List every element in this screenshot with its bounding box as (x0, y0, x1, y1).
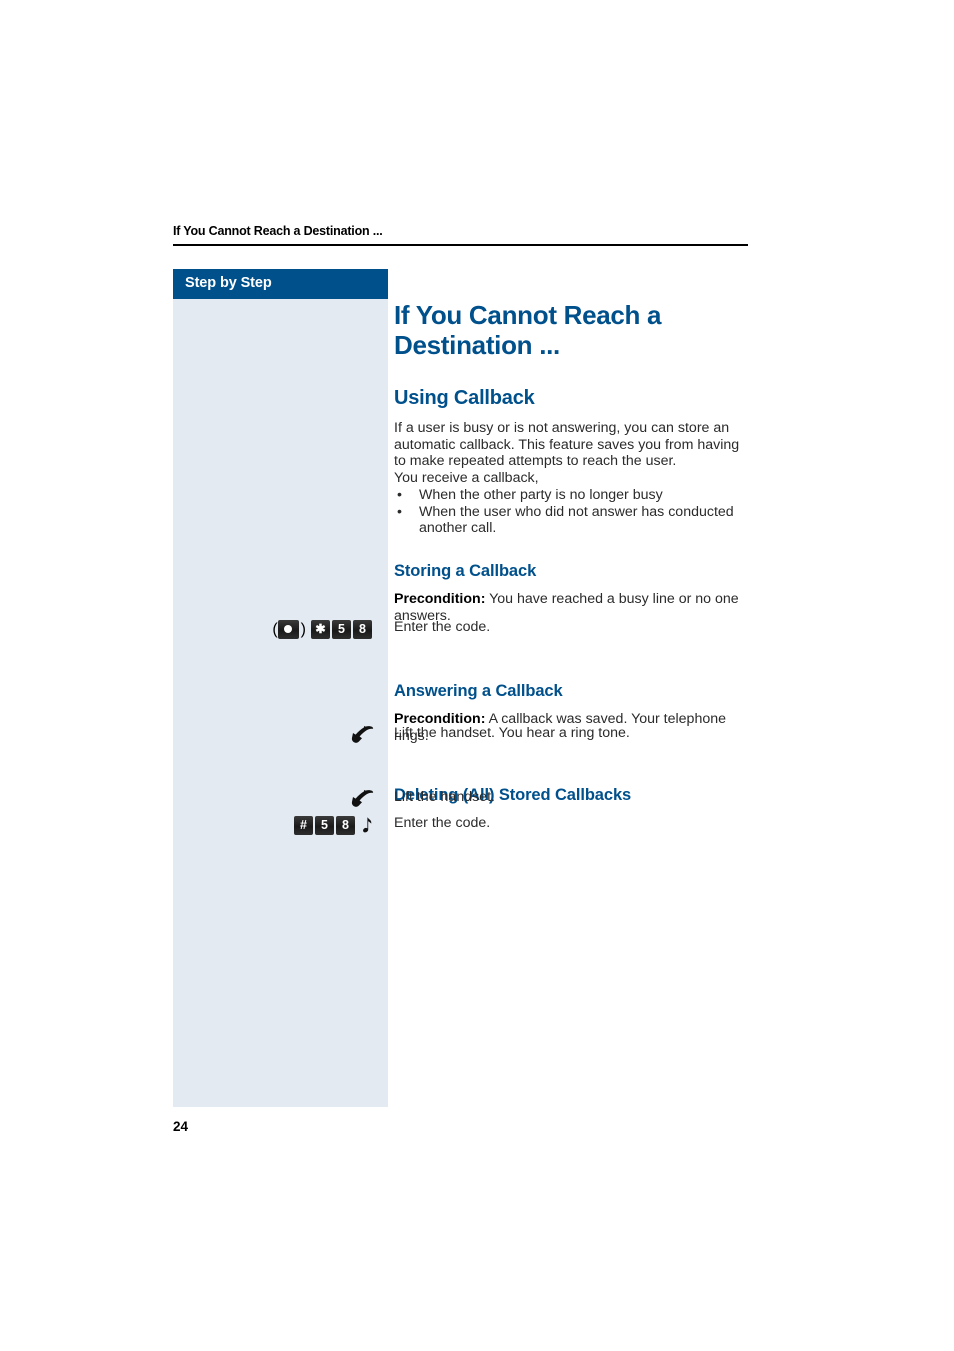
header-rule (173, 244, 748, 246)
list-item-label: When the user who did not answer has con… (419, 503, 734, 537)
step-by-step-banner: Step by Step (173, 269, 388, 299)
running-header: If You Cannot Reach a Destination ... (173, 224, 383, 238)
step-row-deleting-lift-handset: Lift the handset. (173, 788, 749, 810)
music-note-icon (360, 816, 374, 835)
section-heading-using-callback: Using Callback (394, 387, 535, 409)
intro-lead-in: You receive a callback, (394, 470, 539, 487)
page-title: If You Cannot Reach a Destination ... (394, 300, 662, 360)
bullet-marker: • (397, 503, 402, 520)
five-key-icon: 5 (315, 815, 334, 835)
subsection-heading-storing-a-callback: Storing a Callback (394, 561, 537, 580)
eight-key-icon: 8 (336, 815, 355, 835)
step-row-deleting-enter-code: # 5 8 Enter the code. (173, 814, 749, 836)
dot-key-icon (277, 619, 299, 639)
eight-key-icon: 8 (353, 619, 372, 639)
five-key-icon: 5 (332, 619, 351, 639)
close-paren-symbol: ) (300, 620, 306, 638)
step-row-storing-enter-code: ( ) ✱ 5 8 Enter the code. (173, 618, 749, 640)
icon-gutter (173, 724, 381, 746)
document-page: If You Cannot Reach a Destination ... St… (0, 0, 954, 1351)
callback-conditions-list: • When the other party is no longer busy… (394, 487, 749, 537)
list-item: • When the other party is no longer busy (394, 487, 749, 504)
step-by-step-banner-label: Step by Step (185, 275, 272, 291)
step-instruction-text: Lift the handset. You hear a ring tone. (394, 725, 630, 741)
icon-gutter (173, 788, 381, 810)
subsection-heading-answering-a-callback: Answering a Callback (394, 682, 563, 701)
handset-icon (348, 725, 374, 745)
open-paren-symbol: ( (272, 620, 278, 638)
bullet-marker: • (397, 486, 402, 503)
step-row-answering-lift-handset: Lift the handset. You hear a ring tone. (173, 724, 749, 746)
step-by-step-panel (173, 269, 388, 1107)
icon-gutter: ( ) ✱ 5 8 (173, 618, 381, 640)
precondition-label: Precondition: (394, 590, 486, 607)
step-instruction-text: Lift the handset. (394, 789, 495, 805)
hash-key-icon: # (294, 815, 313, 835)
intro-paragraph: If a user is busy or is not answering, y… (394, 420, 740, 470)
star-key-icon: ✱ (311, 619, 330, 639)
list-item: • When the user who did not answer has c… (394, 504, 749, 537)
page-number: 24 (173, 1119, 189, 1134)
step-instruction-text: Enter the code. (394, 815, 491, 831)
list-item-label: When the other party is no longer busy (419, 486, 663, 503)
step-instruction-text: Enter the code. (394, 619, 491, 635)
handset-icon (348, 789, 374, 809)
icon-gutter: # 5 8 (173, 814, 381, 836)
